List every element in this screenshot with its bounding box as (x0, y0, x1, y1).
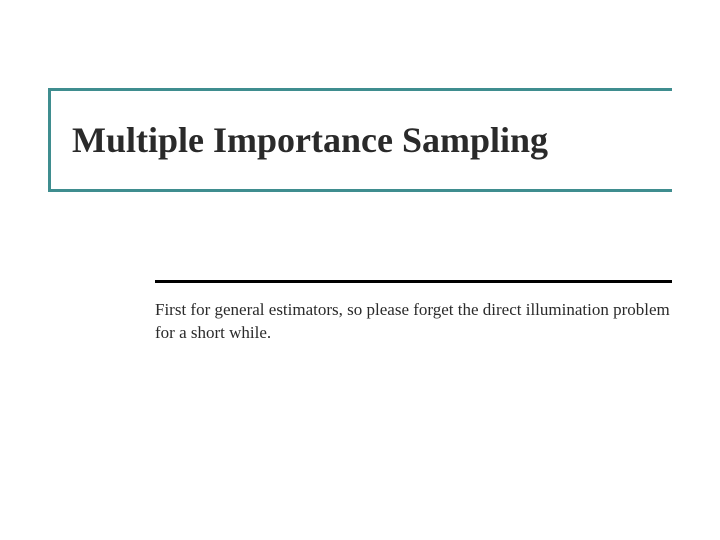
subtitle-box: First for general estimators, so please … (155, 280, 672, 345)
slide-container: Multiple Importance Sampling First for g… (0, 0, 720, 540)
title-box: Multiple Importance Sampling (48, 88, 672, 192)
slide-title: Multiple Importance Sampling (72, 119, 648, 161)
slide-subtitle: First for general estimators, so please … (155, 299, 672, 345)
